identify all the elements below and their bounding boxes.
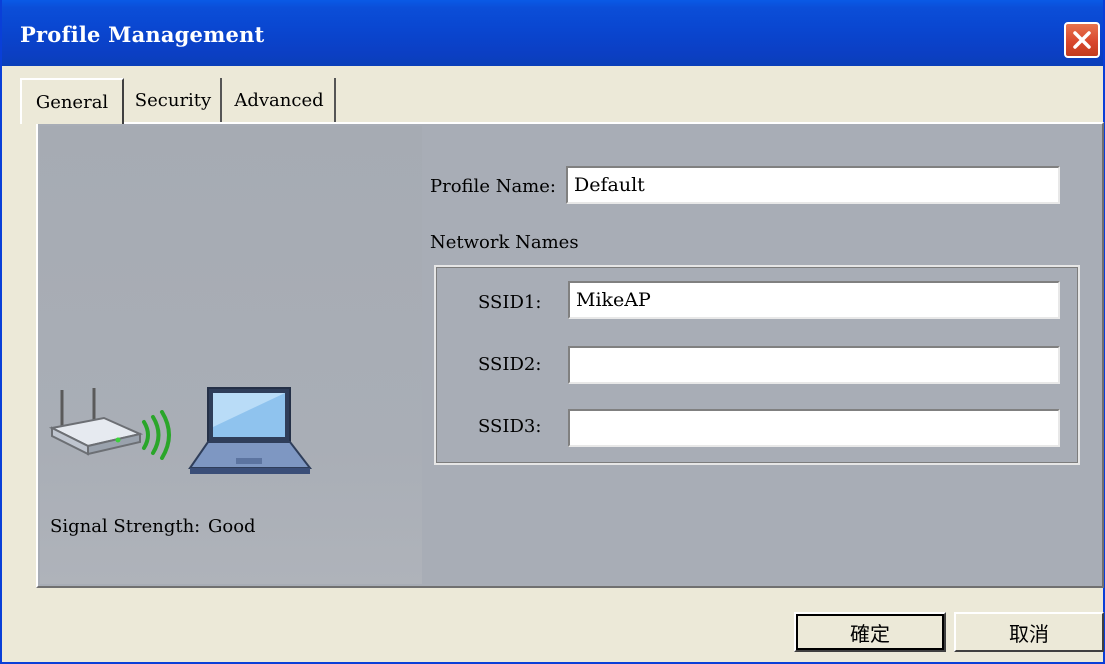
tab-security[interactable]: Security <box>126 78 222 122</box>
tab-security-label: Security <box>134 89 212 111</box>
ok-button[interactable]: 確定 <box>794 612 946 652</box>
close-button[interactable] <box>1064 22 1100 58</box>
close-icon <box>1073 31 1091 49</box>
ssid2-label: SSID2: <box>478 354 542 375</box>
profile-management-dialog: Profile Management General Security Adva… <box>0 0 1105 664</box>
ssid3-label: SSID3: <box>478 416 542 437</box>
ok-button-label: 確定 <box>850 621 890 646</box>
signal-strength-label: Signal Strength: <box>50 516 201 537</box>
signal-strength-value: Good <box>208 516 256 537</box>
ssid1-label: SSID1: <box>478 292 542 313</box>
ssid3-field[interactable] <box>568 409 1060 447</box>
window-title: Profile Management <box>20 22 265 47</box>
ssid1-field[interactable]: MikeAP <box>568 281 1060 319</box>
tab-general-label: General <box>35 91 109 113</box>
router-icon <box>48 388 144 456</box>
network-names-label: Network Names <box>430 232 579 253</box>
profile-name-field[interactable]: Default <box>566 166 1060 204</box>
tab-general[interactable]: General <box>20 78 124 124</box>
tab-advanced-label: Advanced <box>234 89 324 111</box>
signal-illustration: Signal Strength: Good <box>40 126 422 584</box>
cancel-button[interactable]: 取消 <box>954 612 1104 652</box>
general-tab-panel: Signal Strength: Good Profile Name: Defa… <box>36 122 1104 588</box>
cancel-button-label: 取消 <box>1009 621 1049 646</box>
ssid2-field[interactable] <box>568 346 1060 384</box>
laptop-icon <box>188 387 312 474</box>
title-bar[interactable]: Profile Management <box>2 0 1103 66</box>
wireless-signal-icon <box>142 410 171 460</box>
profile-name-label: Profile Name: <box>430 176 556 197</box>
tab-advanced[interactable]: Advanced <box>224 78 336 122</box>
